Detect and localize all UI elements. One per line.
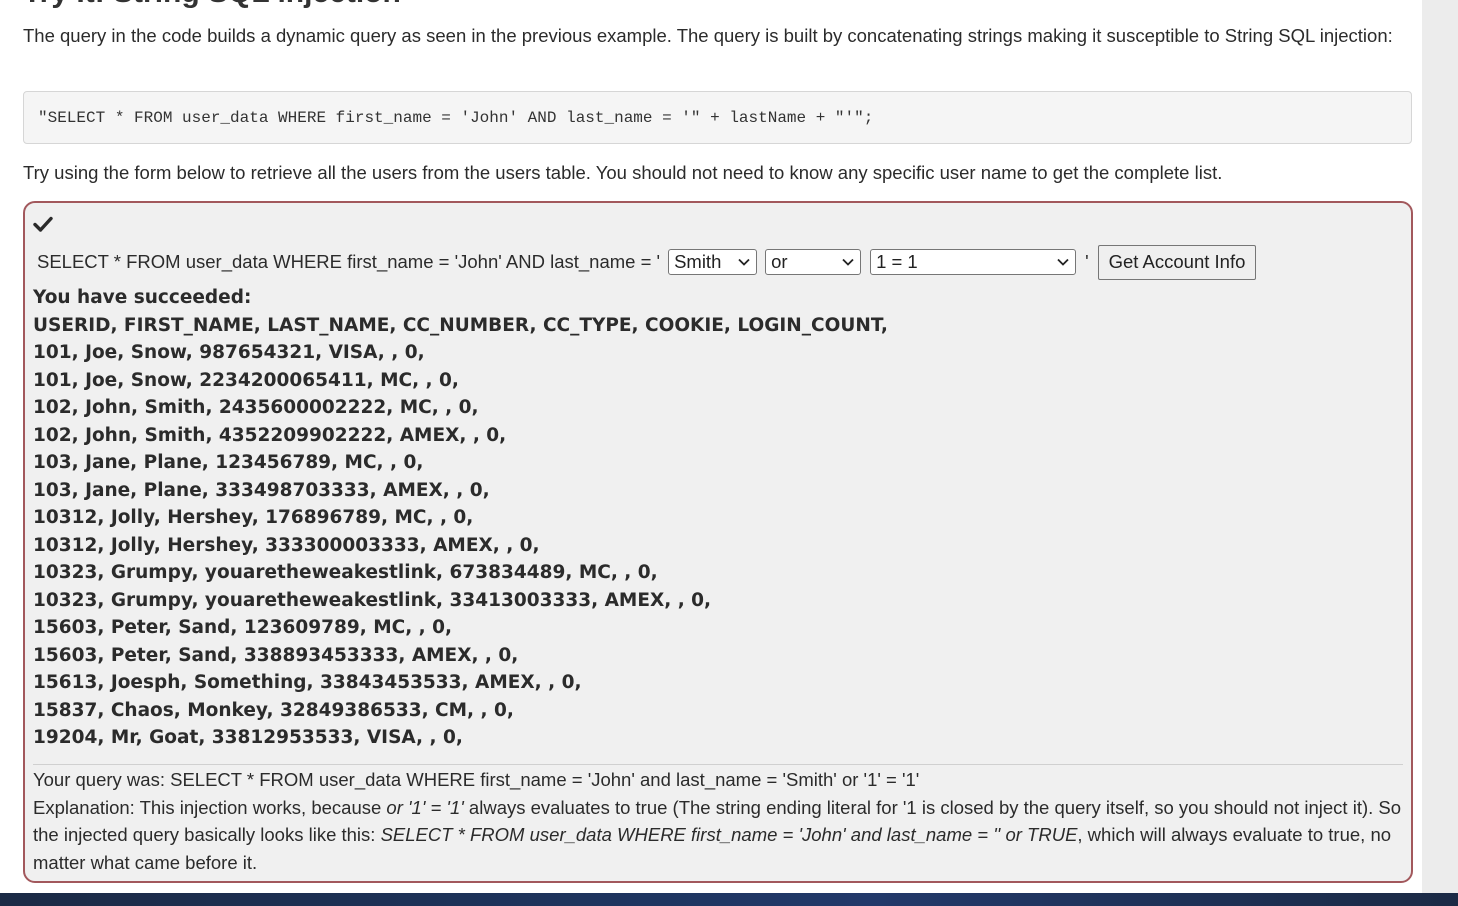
attack-output: You have succeeded: USERID, FIRST_NAME, … xyxy=(33,284,1393,752)
taskbar-strip xyxy=(0,893,1458,906)
result-row: 10323, Grumpy, youaretheweakestlink, 673… xyxy=(33,562,658,583)
result-row: 19204, Mr, Goat, 33812953533, VISA, , 0, xyxy=(33,727,463,748)
chevron-down-icon xyxy=(842,258,854,266)
explanation-text: Explanation: This injection works, becau… xyxy=(33,794,1405,877)
chevron-down-icon xyxy=(738,258,750,266)
explanation-query: SELECT * FROM user_data WHERE first_name… xyxy=(380,824,1078,845)
result-row: 15603, Peter, Sand, 123609789, MC, , 0, xyxy=(33,617,453,638)
result-row: 10323, Grumpy, youaretheweakestlink, 334… xyxy=(33,589,712,611)
query-was-text: Your query was: SELECT * FROM user_data … xyxy=(33,769,920,790)
result-row: 10312, Jolly, Hershey, 176896789, MC, , … xyxy=(33,507,474,528)
intro-text: The query in the code builds a dynamic q… xyxy=(23,25,1393,46)
last-name-select-value: Smith xyxy=(674,251,722,272)
query-prefix-label: SELECT * FROM user_data WHERE first_name… xyxy=(37,251,661,272)
result-row: 15837, Chaos, Monkey, 32849386533, CM, ,… xyxy=(33,699,514,721)
result-row: 15613, Joesph, Something, 33843453533, A… xyxy=(33,672,582,693)
explanation-prefix: Explanation: This injection works, becau… xyxy=(33,796,387,818)
chevron-down-icon xyxy=(1057,258,1069,266)
last-name-select[interactable]: Smith xyxy=(668,249,758,275)
result-row: 15603, Peter, Sand, 338893453333, AMEX, … xyxy=(33,644,519,666)
result-row: 10312, Jolly, Hershey, 333300003333, AME… xyxy=(33,534,540,556)
result-row: 103, Jane, Plane, 123456789, MC, , 0, xyxy=(33,452,424,473)
lesson-heading: Try It! String SQL injection xyxy=(23,0,401,10)
lesson-page: Try It! String SQL injection The query i… xyxy=(0,0,1422,893)
condition-select-value: 1 = 1 xyxy=(876,251,918,272)
columns-header: USERID, FIRST_NAME, LAST_NAME, CC_NUMBER… xyxy=(33,314,888,336)
code-snippet: "SELECT * FROM user_data WHERE first_nam… xyxy=(23,91,1412,144)
instruction-text: Try using the form below to retrieve all… xyxy=(23,162,1223,183)
check-icon xyxy=(33,216,53,232)
success-heading: You have succeeded: xyxy=(33,287,252,308)
result-row: 102, John, Smith, 2435600002222, MC, , 0… xyxy=(33,397,479,418)
result-row: 101, Joe, Snow, 2234200065411, MC, , 0, xyxy=(33,369,459,391)
closing-quote-label: ' xyxy=(1085,251,1089,272)
get-account-info-button[interactable]: Get Account Info xyxy=(1097,244,1257,280)
result-row: 101, Joe, Snow, 987654321, VISA, , 0, xyxy=(33,342,425,363)
attack-container: SELECT * FROM user_data WHERE first_name… xyxy=(23,201,1413,883)
result-row: 103, Jane, Plane, 333498703333, AMEX, , … xyxy=(33,479,490,501)
explanation-condition: or '1' = '1' xyxy=(386,796,464,818)
attack-form: SELECT * FROM user_data WHERE first_name… xyxy=(37,244,1257,280)
operator-select-value: or xyxy=(771,251,788,272)
condition-select[interactable]: 1 = 1 xyxy=(870,249,1077,275)
query-feedback: Your query was: SELECT * FROM user_data … xyxy=(33,766,1405,876)
output-divider xyxy=(33,764,1403,765)
operator-select[interactable]: or xyxy=(765,249,862,275)
result-row: 102, John, Smith, 4352209902222, AMEX, ,… xyxy=(33,424,507,446)
